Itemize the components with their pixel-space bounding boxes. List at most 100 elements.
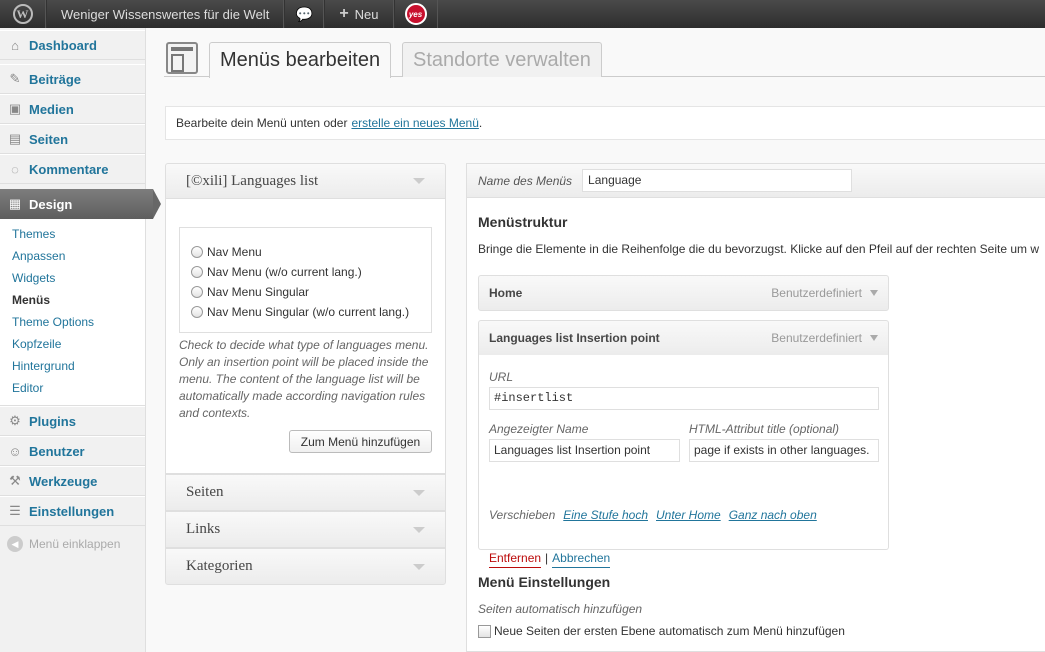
sidebar-item-dashboard[interactable]: ⌂ Dashboard: [0, 30, 145, 60]
sidebar-item-einstellungen[interactable]: ☰ Einstellungen: [0, 496, 145, 526]
radio-nav-menu[interactable]: [191, 246, 203, 258]
radio-nav-menu-wo-current[interactable]: [191, 266, 203, 278]
sidebar-item-beitraege[interactable]: ✎ Beiträge: [0, 64, 145, 94]
comments-icon[interactable]: 💬: [284, 0, 325, 28]
new-content-button[interactable]: + Neu: [324, 0, 394, 28]
users-icon: ☺: [8, 443, 22, 459]
radio-nav-menu-singular[interactable]: [191, 286, 203, 298]
media-icon: ▣: [8, 101, 22, 116]
create-new-menu-link[interactable]: erstelle ein neues Menü: [351, 116, 478, 130]
sidebar-item-plugins[interactable]: ⚙ Plugins: [0, 406, 145, 436]
plugin-icon: ⚙: [9, 413, 21, 428]
menu-edit-panel: Name des Menüs Language Menüstruktur Bri…: [466, 163, 1045, 652]
dashboard-icon: ⌂: [11, 37, 19, 53]
sidebar-item-design[interactable]: ▦ Design: [0, 189, 153, 219]
add-to-menu-button[interactable]: Zum Menü hinzufügen: [289, 430, 432, 453]
move-to-top-link[interactable]: Ganz nach oben: [729, 508, 817, 522]
sidebar-item-medien[interactable]: ▣ Medien: [0, 94, 145, 124]
info-notice: Bearbeite dein Menü unten oder erstelle …: [165, 106, 1045, 140]
language-options-list: Nav Menu Nav Menu (w/o current lang.) Na…: [179, 227, 432, 333]
menu-structure-title: Menüstruktur: [478, 214, 568, 230]
menu-item-languages-insertion[interactable]: Languages list Insertion point Benutzerd…: [478, 320, 889, 356]
design-submenu: Themes Anpassen Widgets Menüs Theme Opti…: [0, 219, 145, 406]
menu-item-type: Benutzerdefiniert: [771, 286, 862, 300]
settings-icon: ☰: [9, 503, 21, 518]
actions-separator: |: [545, 551, 549, 565]
main-content: Menüs bearbeiten Standorte verwalten Bea…: [146, 28, 1045, 652]
option-row[interactable]: Nav Menu Singular: [191, 282, 431, 302]
yes-plugin-icon[interactable]: yes: [393, 0, 438, 28]
option-row[interactable]: Nav Menu Singular (w/o current lang.): [191, 302, 431, 322]
appearance-icon: ▦: [8, 196, 22, 211]
menu-item-title: Home: [489, 286, 523, 300]
nav-label-input[interactable]: Languages list Insertion point: [489, 439, 680, 462]
categories-box-header[interactable]: Kategorien: [165, 548, 446, 585]
url-label: URL: [489, 370, 514, 384]
languages-list-box-title: [©xili] Languages list: [186, 172, 319, 189]
url-input[interactable]: #insertlist: [489, 387, 879, 410]
pages-box-header[interactable]: Seiten: [165, 474, 446, 511]
submenu-anpassen[interactable]: Anpassen: [0, 245, 145, 267]
submenu-hintergrund[interactable]: Hintergrund: [0, 355, 145, 377]
submenu-themes[interactable]: Themes: [0, 223, 145, 245]
tab-edit-menus[interactable]: Menüs bearbeiten: [209, 42, 392, 78]
menu-name-header: Name des Menüs Language: [467, 164, 1045, 198]
item-actions: Entfernen | Abbrechen: [489, 551, 611, 568]
admin-bar: W Weniger Wissenswertes für die Welt 💬 +…: [0, 0, 1045, 28]
submenu-editor[interactable]: Editor: [0, 377, 145, 399]
sidebar-item-kommentare[interactable]: ◌ Kommentare: [0, 154, 145, 184]
menus-screen-icon: [166, 42, 198, 74]
cancel-item-link[interactable]: Abbrechen: [552, 551, 611, 568]
option-row[interactable]: Nav Menu: [191, 242, 431, 262]
collapse-arrow-icon[interactable]: [870, 335, 878, 341]
comment-icon: ◌: [11, 161, 19, 177]
title-attr-input[interactable]: page if exists in other languages.: [689, 439, 879, 462]
auto-add-checkbox[interactable]: [478, 624, 491, 638]
sidebar-item-seiten[interactable]: ▤ Seiten: [0, 124, 145, 154]
page-icon: ▤: [8, 131, 22, 146]
links-box-header[interactable]: Links: [165, 511, 446, 548]
notice-suffix: .: [478, 116, 483, 130]
remove-item-link[interactable]: Entfernen: [489, 551, 542, 568]
submenu-widgets[interactable]: Widgets: [0, 267, 145, 289]
collapse-arrow-icon: ◀: [7, 536, 23, 552]
nav-label-label: Angezeigter Name: [489, 422, 589, 436]
menu-name-label: Name des Menüs: [478, 173, 573, 188]
tools-icon: ⚒: [9, 473, 21, 488]
notice-text: Bearbeite dein Menü unten oder: [176, 116, 348, 130]
move-controls: Verschieben Eine Stufe hoch Unter Home G…: [489, 508, 817, 522]
menu-item-type: Benutzerdefiniert: [771, 331, 862, 345]
tab-manage-locations[interactable]: Standorte verwalten: [402, 42, 602, 77]
radio-nav-menu-singular-wo-current[interactable]: [191, 306, 203, 318]
new-content-label: Neu: [354, 6, 379, 22]
toggle-arrow-icon[interactable]: [413, 178, 425, 184]
collapse-menu-button[interactable]: ◀ Menü einklappen: [0, 526, 145, 562]
toggle-arrow-icon[interactable]: [413, 563, 425, 570]
title-attr-label: HTML-Attribut title (optional): [689, 422, 840, 436]
languages-list-box-body: Nav Menu Nav Menu (w/o current lang.) Na…: [165, 199, 446, 474]
option-row[interactable]: Nav Menu (w/o current lang.): [191, 262, 431, 282]
menu-name-input[interactable]: Language: [582, 169, 853, 192]
auto-add-row[interactable]: Neue Seiten der ersten Ebene automatisch…: [478, 624, 845, 638]
menu-item-settings: URL #insertlist Angezeigter Name Languag…: [478, 355, 889, 568]
menu-item-home[interactable]: Home Benutzerdefiniert: [478, 275, 889, 311]
submenu-theme-options[interactable]: Theme Options: [0, 311, 145, 333]
admin-sidebar: ⌂ Dashboard ✎ Beiträge ▣ Medien ▤ Seiten…: [0, 28, 153, 652]
submenu-kopfzeile[interactable]: Kopfzeile: [0, 333, 145, 355]
auto-add-label: Seiten automatisch hinzufügen: [478, 602, 643, 616]
site-name-link[interactable]: Weniger Wissenswertes für die Welt: [46, 0, 285, 28]
submenu-menues[interactable]: Menüs: [0, 289, 145, 311]
menu-settings-title: Menü Einstellungen: [478, 574, 611, 590]
toggle-arrow-icon[interactable]: [413, 526, 425, 533]
move-under-home-link[interactable]: Unter Home: [656, 508, 721, 522]
expand-arrow-icon[interactable]: [870, 290, 878, 296]
sidebar-item-werkzeuge[interactable]: ⚒ Werkzeuge: [0, 466, 145, 496]
menu-structure-description: Bringe die Elemente in die Reihenfolge d…: [478, 242, 1039, 256]
wordpress-logo-icon[interactable]: W: [0, 0, 46, 28]
languages-help-text: Check to decide what type of languages m…: [179, 338, 429, 420]
languages-list-box-header[interactable]: [©xili] Languages list: [165, 163, 446, 199]
move-up-one-link[interactable]: Eine Stufe hoch: [563, 508, 648, 522]
toggle-arrow-icon[interactable]: [413, 489, 425, 496]
sidebar-item-benutzer[interactable]: ☺ Benutzer: [0, 436, 145, 466]
pin-icon: ✎: [9, 71, 21, 86]
